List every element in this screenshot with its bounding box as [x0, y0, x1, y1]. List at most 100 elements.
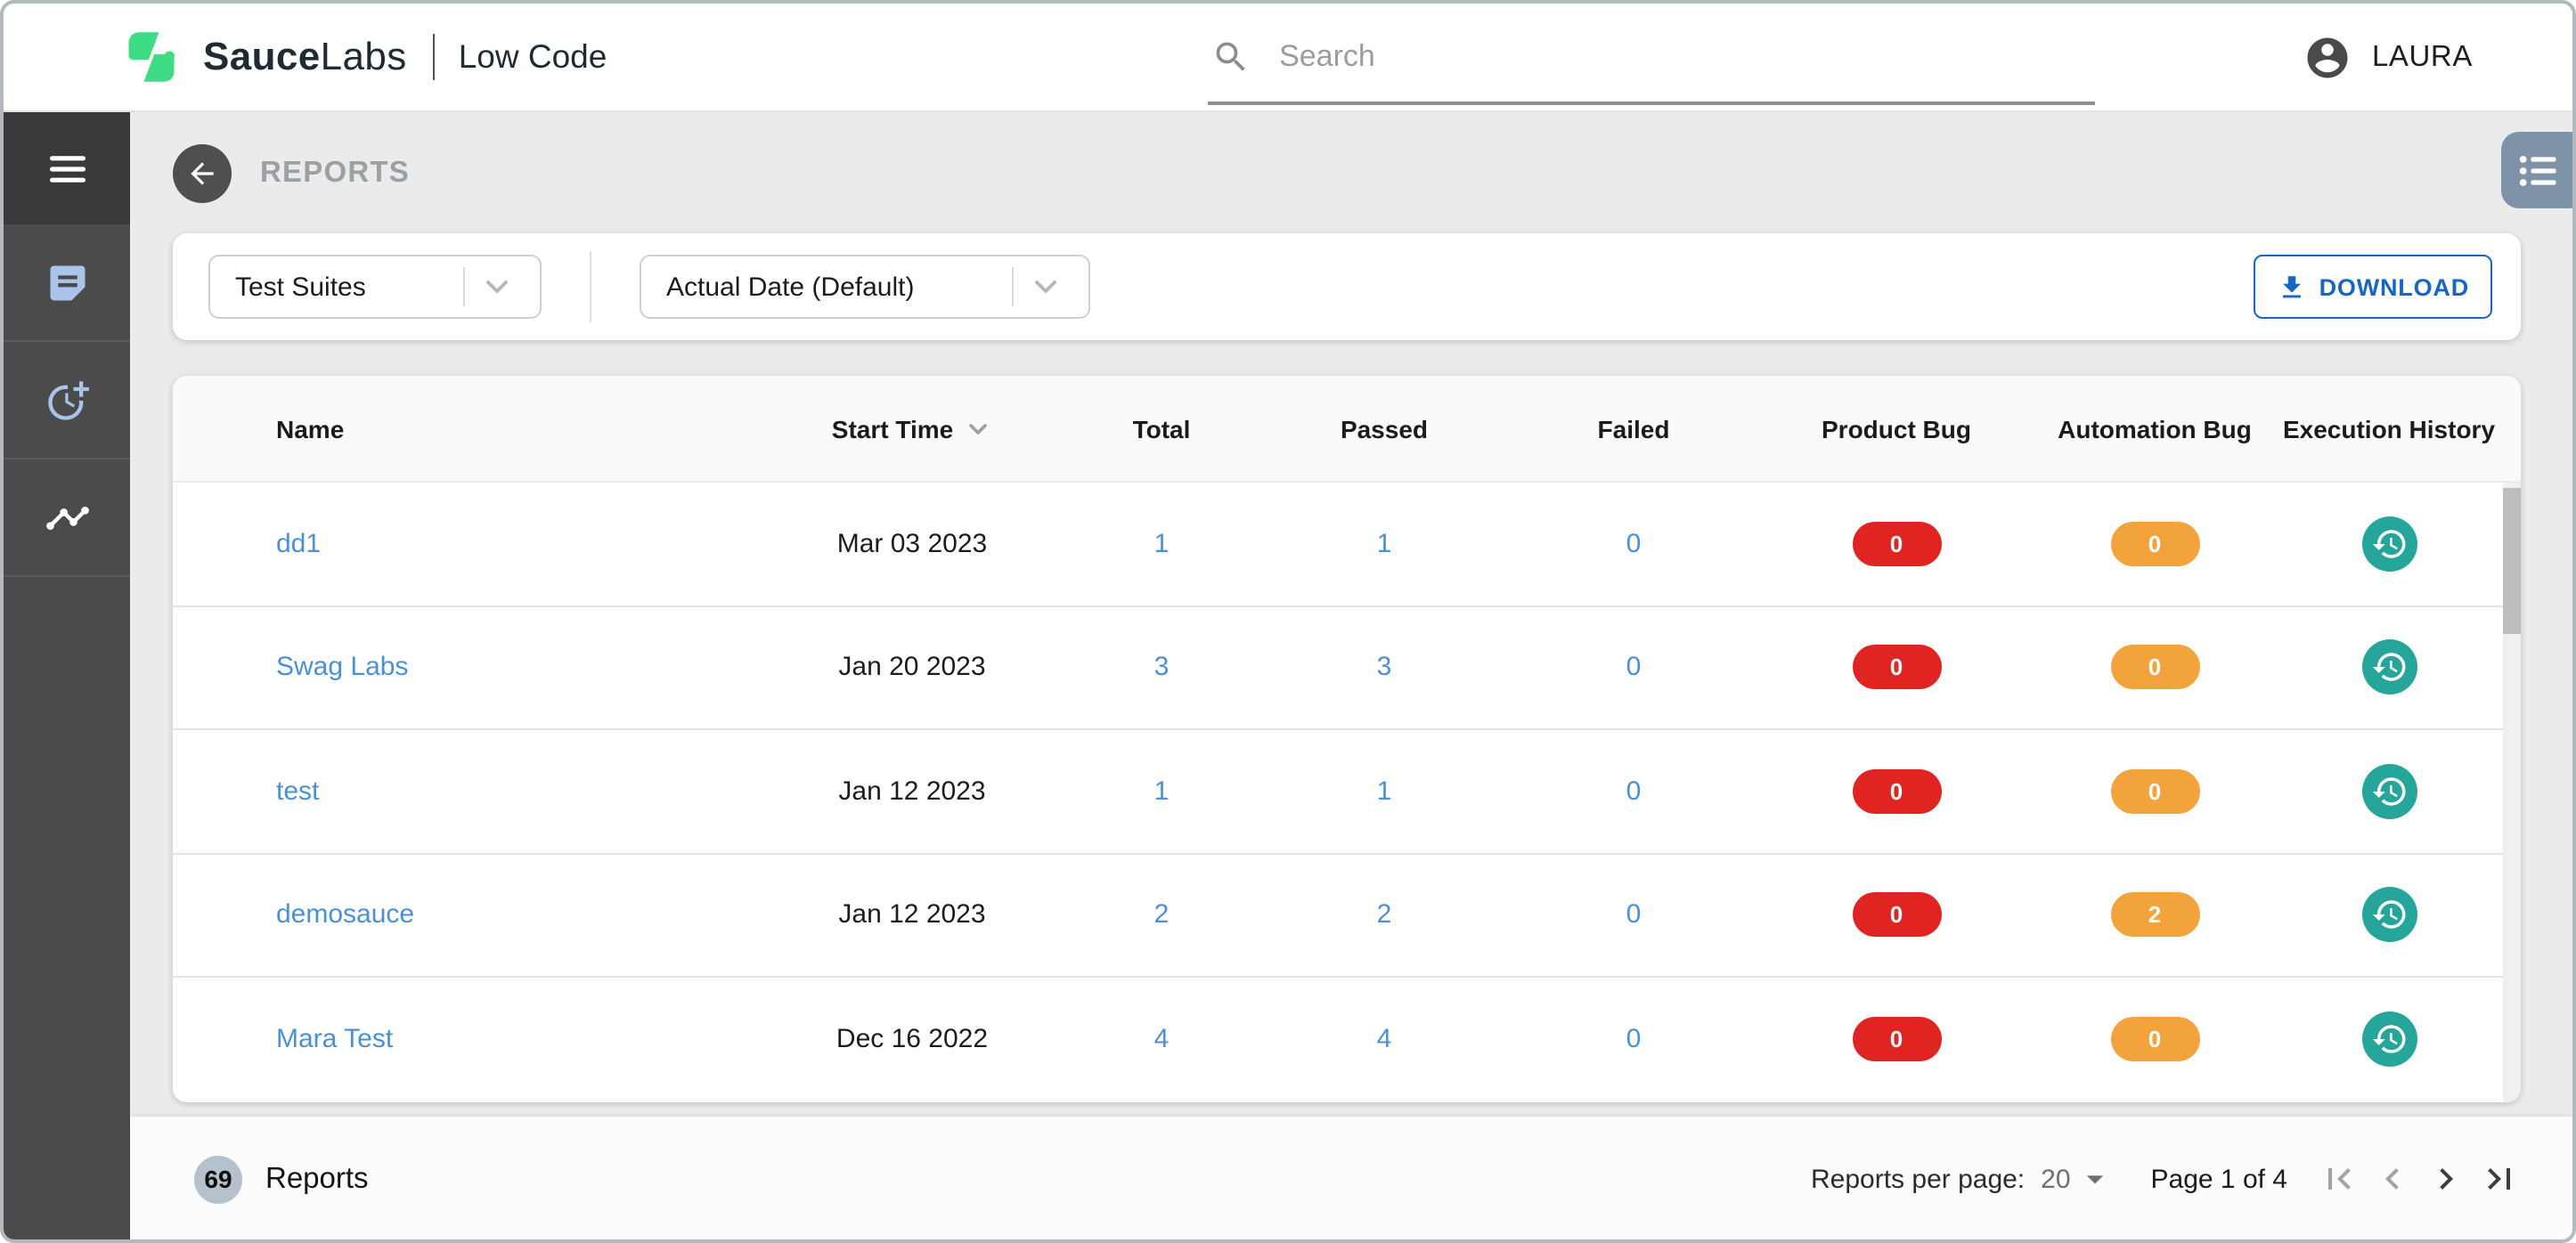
menu-toggle-button[interactable] — [4, 112, 130, 224]
chevron-down-icon — [486, 280, 508, 293]
automation-bug-cell: 0 — [2034, 768, 2275, 814]
suite-filter-dropdown[interactable]: Test Suites — [208, 255, 542, 319]
table-header-row: Name Start Time Total Passed Failed Prod… — [173, 376, 2521, 483]
report-name-link[interactable]: test — [276, 776, 319, 807]
scrollbar-thumb[interactable] — [2503, 488, 2521, 634]
product-bug-badge: 0 — [1852, 892, 1941, 938]
table-row: Swag Labs Jan 20 2023 3 3 0 0 0 — [173, 606, 2521, 730]
product-name: Low Code — [458, 37, 607, 75]
name-cell: test — [173, 776, 761, 807]
document-icon — [49, 264, 85, 300]
main-content: REPORTS Test Suites Actual Date (Default… — [130, 112, 2572, 1239]
automation-bug-badge: 0 — [2110, 768, 2199, 814]
passed-count-link[interactable]: 2 — [1377, 900, 1392, 930]
column-header-failed: Failed — [1597, 414, 1670, 443]
trend-line-icon — [45, 506, 88, 529]
report-name-link[interactable]: demosauce — [276, 900, 414, 930]
user-menu[interactable]: LAURA — [2304, 33, 2572, 81]
per-page-select[interactable]: 20 — [2041, 1159, 2115, 1198]
first-page-button[interactable] — [2312, 1152, 2366, 1206]
avatar-icon — [2308, 37, 2349, 77]
failed-count-link[interactable]: 0 — [1626, 900, 1642, 930]
sort-chevron-icon[interactable] — [964, 414, 992, 443]
report-name-link[interactable]: dd1 — [276, 529, 321, 559]
execution-history-button[interactable] — [2361, 516, 2417, 572]
sidebar-item-schedules[interactable] — [4, 342, 130, 459]
failed-cell: 0 — [1509, 776, 1758, 807]
execution-history-cell — [2275, 516, 2503, 572]
execution-history-cell — [2275, 1011, 2503, 1068]
failed-cell: 0 — [1509, 529, 1758, 559]
report-name-link[interactable]: Swag Labs — [276, 653, 408, 683]
date-filter-value: Actual Date (Default) — [666, 272, 915, 302]
next-page-button[interactable] — [2419, 1152, 2473, 1206]
brand: SauceLabs Low Code — [4, 27, 607, 87]
product-bug-cell: 0 — [1758, 768, 2034, 814]
automation-bug-cell: 2 — [2034, 892, 2275, 938]
column-header-start-time[interactable]: Start Time — [761, 414, 1064, 443]
start-time-cell: Dec 16 2022 — [836, 1024, 989, 1055]
execution-history-button[interactable] — [2361, 1011, 2417, 1068]
sidebar-item-documents[interactable] — [4, 224, 130, 342]
per-page-label: Reports per page: — [1811, 1164, 2026, 1194]
product-bug-cell: 0 — [1758, 1017, 2034, 1062]
download-icon — [2282, 275, 2301, 297]
total-count-link[interactable]: 1 — [1154, 529, 1170, 559]
execution-history-button[interactable] — [2361, 887, 2417, 943]
total-count-link[interactable]: 2 — [1154, 900, 1170, 930]
start-time-cell: Mar 03 2023 — [836, 528, 988, 559]
column-header-automation-bug: Automation Bug — [2058, 414, 2252, 443]
download-button[interactable]: DOWNLOAD — [2253, 255, 2492, 319]
sidebar — [4, 112, 130, 1239]
page-info: Page 1 of 4 — [2150, 1164, 2287, 1194]
product-bug-cell: 0 — [1758, 892, 2034, 938]
passed-cell: 1 — [1259, 776, 1509, 807]
search-icon — [1216, 42, 1245, 71]
table-scrollbar[interactable] — [2503, 483, 2521, 1102]
automation-bug-cell: 0 — [2034, 521, 2275, 566]
name-cell: Swag Labs — [173, 653, 761, 683]
name-cell: demosauce — [173, 900, 761, 930]
app-window: SauceLabs Low Code LAURA — [0, 0, 2576, 1243]
search-field[interactable] — [1208, 12, 2095, 105]
pagination: Reports per page: 20 Page 1 of 4 — [1811, 1152, 2526, 1206]
report-name-link[interactable]: Mara Test — [276, 1025, 393, 1055]
count-badge: 69 — [194, 1155, 242, 1203]
failed-count-link[interactable]: 0 — [1626, 776, 1642, 807]
hamburger-icon — [49, 155, 85, 182]
brand-divider — [433, 34, 436, 80]
list-view-button[interactable] — [2501, 132, 2572, 208]
back-button[interactable] — [173, 143, 232, 202]
product-bug-badge: 0 — [1852, 645, 1941, 690]
total-count-link[interactable]: 4 — [1154, 1025, 1170, 1055]
total-count-link[interactable]: 1 — [1154, 776, 1170, 807]
passed-count-link[interactable]: 1 — [1377, 776, 1392, 807]
top-bar: SauceLabs Low Code LAURA — [4, 4, 2572, 112]
execution-history-button[interactable] — [2361, 763, 2417, 819]
sidebar-item-reports[interactable] — [4, 459, 130, 577]
product-bug-badge: 0 — [1852, 1017, 1941, 1062]
total-cell: 3 — [1064, 653, 1259, 683]
passed-count-link[interactable]: 1 — [1377, 529, 1392, 559]
execution-history-button[interactable] — [2361, 639, 2417, 695]
last-page-button[interactable] — [2473, 1152, 2526, 1206]
automation-bug-badge: 2 — [2110, 892, 2199, 938]
arrow-left-icon — [191, 161, 214, 184]
product-bug-cell: 0 — [1758, 521, 2034, 566]
passed-count-link[interactable]: 3 — [1377, 653, 1392, 683]
table-row: test Jan 12 2023 1 1 0 0 0 — [173, 730, 2521, 854]
total-count-link[interactable]: 3 — [1154, 653, 1170, 683]
failed-count-link[interactable]: 0 — [1626, 529, 1642, 559]
clock-plus-icon — [47, 380, 88, 419]
passed-count-link[interactable]: 4 — [1377, 1025, 1392, 1055]
automation-bug-badge: 0 — [2110, 1017, 2199, 1062]
table-row: dd1 Mar 03 2023 1 1 0 0 0 — [173, 483, 2521, 606]
previous-page-button[interactable] — [2366, 1152, 2419, 1206]
search-input[interactable] — [1276, 37, 2091, 77]
chevron-left-icon — [2385, 1168, 2399, 1190]
date-filter-dropdown[interactable]: Actual Date (Default) — [640, 255, 1090, 319]
failed-count-link[interactable]: 0 — [1626, 653, 1642, 683]
passed-cell: 4 — [1259, 1025, 1509, 1055]
failed-count-link[interactable]: 0 — [1626, 1025, 1642, 1055]
dropdown-divider — [463, 267, 465, 306]
